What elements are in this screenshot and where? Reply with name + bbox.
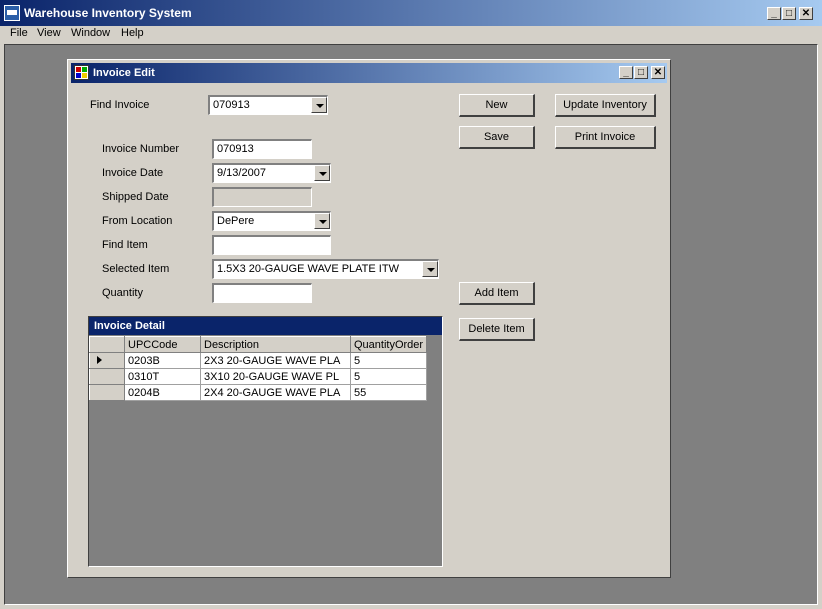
maximize-button[interactable]: □	[782, 7, 796, 20]
shipped-date-field[interactable]	[212, 187, 312, 207]
child-window-title: Invoice Edit	[93, 67, 155, 79]
child-minimize-button[interactable]: _	[619, 66, 633, 79]
invoice-date-label: Invoice Date	[102, 167, 164, 179]
column-header-upccode[interactable]: UPCCode	[124, 336, 201, 353]
row-header[interactable]	[89, 384, 125, 401]
cell-quantityorder[interactable]: 5	[349, 368, 428, 385]
menu-window[interactable]: Window	[71, 27, 110, 39]
cell-upccode[interactable]: 0204B	[124, 384, 201, 401]
chevron-down-icon[interactable]	[314, 165, 330, 181]
row-header[interactable]	[89, 352, 125, 369]
invoice-detail-table[interactable]: UPCCode Description QuantityOrder 0203B …	[89, 336, 428, 401]
new-button[interactable]: New	[459, 94, 535, 117]
cell-quantityorder[interactable]: 5	[349, 352, 428, 369]
cell-description[interactable]: 2X4 20-GAUGE WAVE PLA	[200, 384, 351, 401]
close-button[interactable]: ✕	[799, 7, 813, 20]
column-header-description[interactable]: Description	[200, 336, 351, 353]
child-title-bar[interactable]: Invoice Edit _ □ ✕	[71, 63, 667, 83]
quantity-label: Quantity	[102, 287, 143, 299]
from-location-value: DePere	[217, 215, 255, 227]
cell-upccode[interactable]: 0203B	[124, 352, 201, 369]
find-invoice-combo[interactable]: 070913	[208, 95, 328, 115]
chevron-down-icon[interactable]	[422, 261, 438, 277]
from-location-label: From Location	[102, 215, 173, 227]
update-inventory-button[interactable]: Update Inventory	[555, 94, 656, 117]
minimize-button[interactable]: _	[767, 7, 781, 20]
cell-upccode[interactable]: 0310T	[124, 368, 201, 385]
menu-view[interactable]: View	[37, 27, 61, 39]
app-title: Warehouse Inventory System	[24, 6, 192, 20]
child-close-button[interactable]: ✕	[651, 66, 665, 79]
from-location-combo[interactable]: DePere	[212, 211, 331, 231]
column-header-quantityorder[interactable]: QuantityOrder	[349, 336, 428, 353]
add-item-button[interactable]: Add Item	[459, 282, 535, 305]
find-invoice-value: 070913	[213, 99, 250, 111]
save-button[interactable]: Save	[459, 126, 535, 149]
invoice-date-picker[interactable]: 9/13/2007	[212, 163, 331, 183]
selected-item-value: 1.5X3 20-GAUGE WAVE PLATE ITW	[217, 263, 399, 275]
main-title-bar[interactable]: Warehouse Inventory System _ □ ✕	[0, 0, 822, 26]
table-row[interactable]: 0310T 3X10 20-GAUGE WAVE PL 5	[89, 368, 428, 385]
row-header-corner	[89, 336, 125, 353]
cell-description[interactable]: 3X10 20-GAUGE WAVE PL	[200, 368, 351, 385]
invoice-number-field[interactable]: 070913	[212, 139, 312, 159]
delete-item-button[interactable]: Delete Item	[459, 318, 535, 341]
find-item-label: Find Item	[102, 239, 148, 251]
chevron-down-icon[interactable]	[314, 213, 330, 229]
selected-item-combo[interactable]: 1.5X3 20-GAUGE WAVE PLATE ITW	[212, 259, 439, 279]
selected-item-label: Selected Item	[102, 263, 170, 275]
quantity-field[interactable]	[212, 283, 312, 303]
cell-description[interactable]: 2X3 20-GAUGE WAVE PLA	[200, 352, 351, 369]
menu-bar: File View Window Help	[0, 26, 822, 44]
table-row[interactable]: 0203B 2X3 20-GAUGE WAVE PLA 5	[89, 352, 428, 369]
print-invoice-button[interactable]: Print Invoice	[555, 126, 656, 149]
table-row[interactable]: 0204B 2X4 20-GAUGE WAVE PLA 55	[89, 384, 428, 401]
shipped-date-label: Shipped Date	[102, 191, 169, 203]
app-icon	[4, 5, 20, 21]
find-invoice-label: Find Invoice	[90, 99, 150, 111]
menu-file[interactable]: File	[10, 27, 28, 39]
menu-help[interactable]: Help	[121, 27, 144, 39]
invoice-detail-grid[interactable]: Invoice Detail UPCCode Description Quant…	[88, 316, 443, 567]
cell-quantityorder[interactable]: 55	[349, 384, 428, 401]
chevron-down-icon[interactable]	[311, 97, 327, 113]
find-item-field[interactable]	[212, 235, 331, 255]
invoice-number-label: Invoice Number	[102, 143, 180, 155]
child-maximize-button[interactable]: □	[634, 66, 648, 79]
invoice-date-value: 9/13/2007	[217, 167, 266, 179]
current-row-arrow-icon	[97, 356, 102, 364]
grid-caption: Invoice Detail	[89, 317, 442, 335]
form-icon	[74, 65, 89, 80]
row-header[interactable]	[89, 368, 125, 385]
